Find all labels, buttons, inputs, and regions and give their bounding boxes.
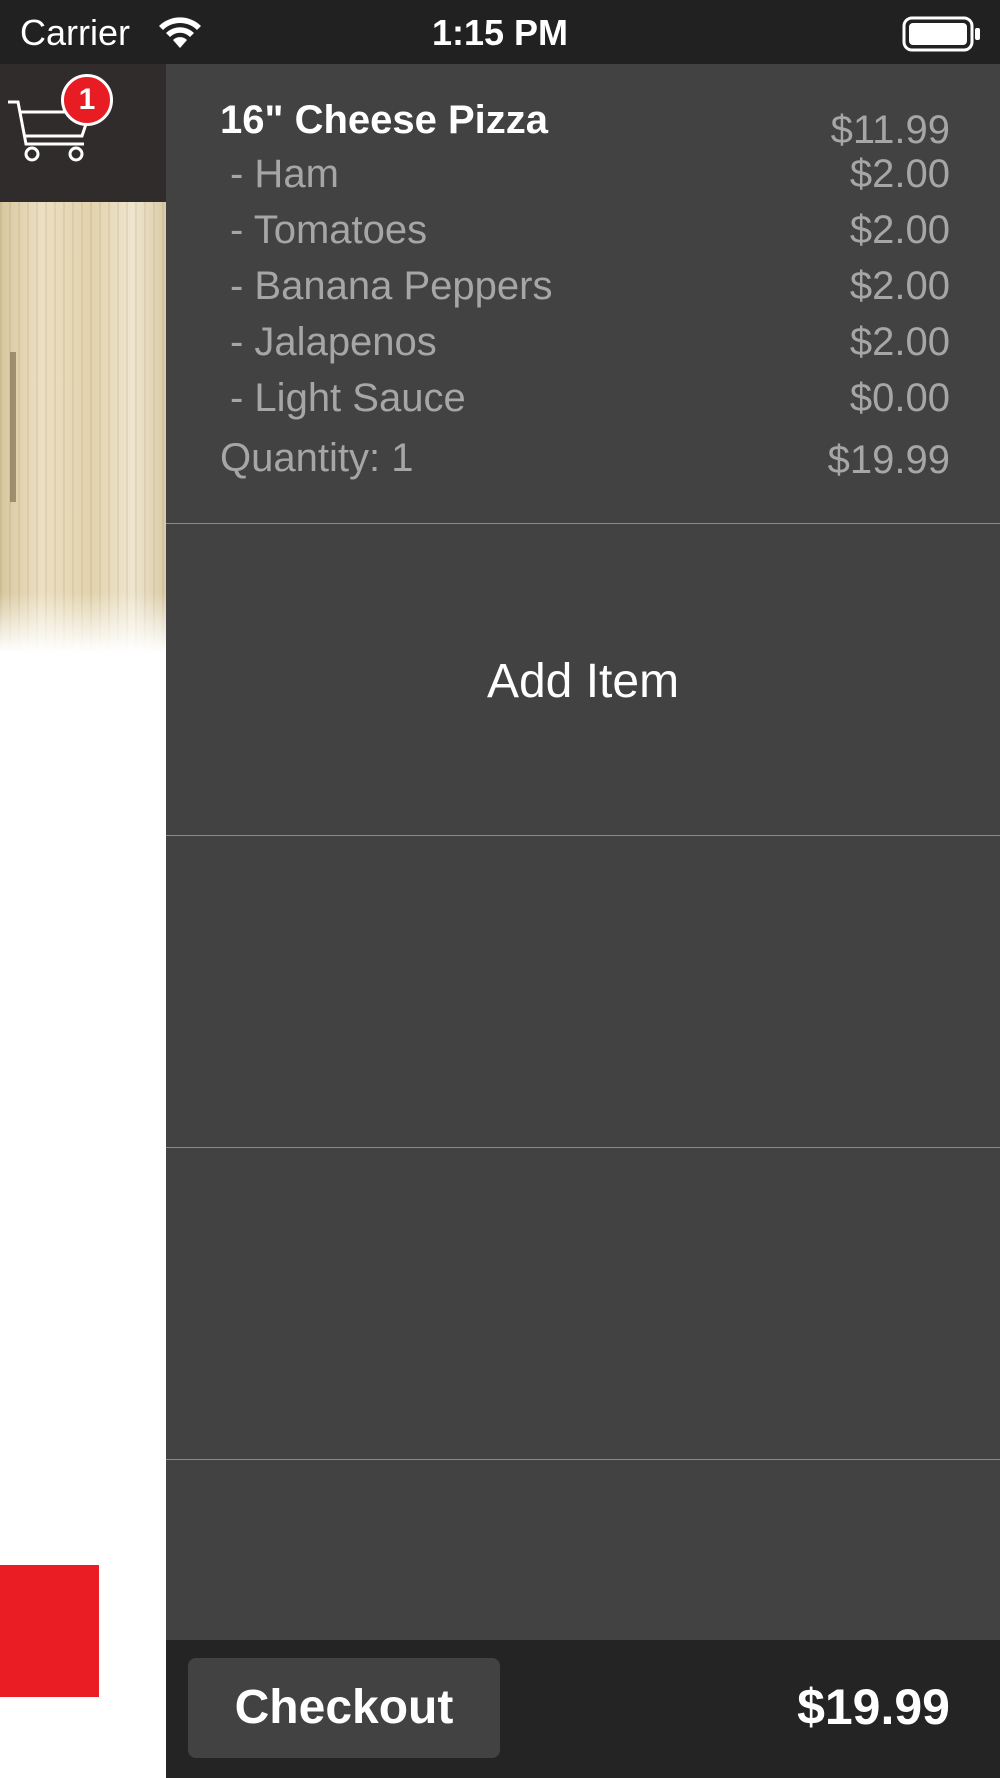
topping-row: - Tomatoes $2.00 — [166, 208, 1000, 258]
cart-total: $19.99 — [797, 1679, 950, 1735]
red-button-fragment[interactable] — [0, 1565, 99, 1697]
checkout-bar: Checkout $19.99 — [166, 1640, 1000, 1778]
item-base-price: $11.99 — [830, 108, 950, 152]
status-time: 1:15 PM — [431, 12, 569, 53]
topping-price: $2.00 — [849, 152, 950, 196]
topping-row: - Ham $2.00 — [166, 152, 1000, 202]
item-total: $19.99 — [827, 438, 950, 482]
checkout-button[interactable]: Checkout — [188, 1658, 500, 1758]
topping-name: - Light Sauce — [230, 376, 466, 420]
item-quantity: Quantity: 1 — [220, 436, 414, 480]
empty-cart-row — [166, 836, 1000, 1148]
topping-price: $2.00 — [849, 208, 950, 252]
topping-name: - Ham — [230, 152, 339, 196]
status-bar: Carrier 1:15 PM — [0, 0, 1000, 64]
add-item-label: Add Item — [486, 655, 680, 708]
topping-row: - Banana Peppers $2.00 — [166, 264, 1000, 314]
topping-price: $2.00 — [849, 264, 950, 308]
topping-name: - Tomatoes — [230, 208, 428, 252]
cart-drawer: 16" Cheese Pizza $11.99 - Ham $2.00 - To… — [166, 64, 1000, 1640]
background-panel: 1 — [0, 64, 166, 1778]
cart-bar: 1 — [0, 64, 166, 202]
topping-price: $0.00 — [849, 376, 950, 420]
screen: Carrier 1:15 PM 1 16" Cheese Pizza $11.9… — [0, 0, 1000, 1778]
topping-name: - Jalapenos — [230, 320, 437, 364]
wood-background-image — [0, 202, 166, 652]
topping-row: - Jalapenos $2.00 — [166, 320, 1000, 370]
battery-icon — [902, 16, 980, 52]
topping-name: - Banana Peppers — [230, 264, 553, 308]
topping-price: $2.00 — [849, 320, 950, 364]
add-item-button[interactable]: Add Item — [166, 524, 1000, 836]
topping-row: - Light Sauce $0.00 — [166, 376, 1000, 426]
cart-count-badge: 1 — [61, 74, 113, 126]
empty-cart-row — [166, 1148, 1000, 1460]
wood-seam — [10, 352, 16, 502]
item-name: 16" Cheese Pizza — [220, 98, 549, 142]
cart-item[interactable]: 16" Cheese Pizza $11.99 - Ham $2.00 - To… — [166, 64, 1000, 524]
